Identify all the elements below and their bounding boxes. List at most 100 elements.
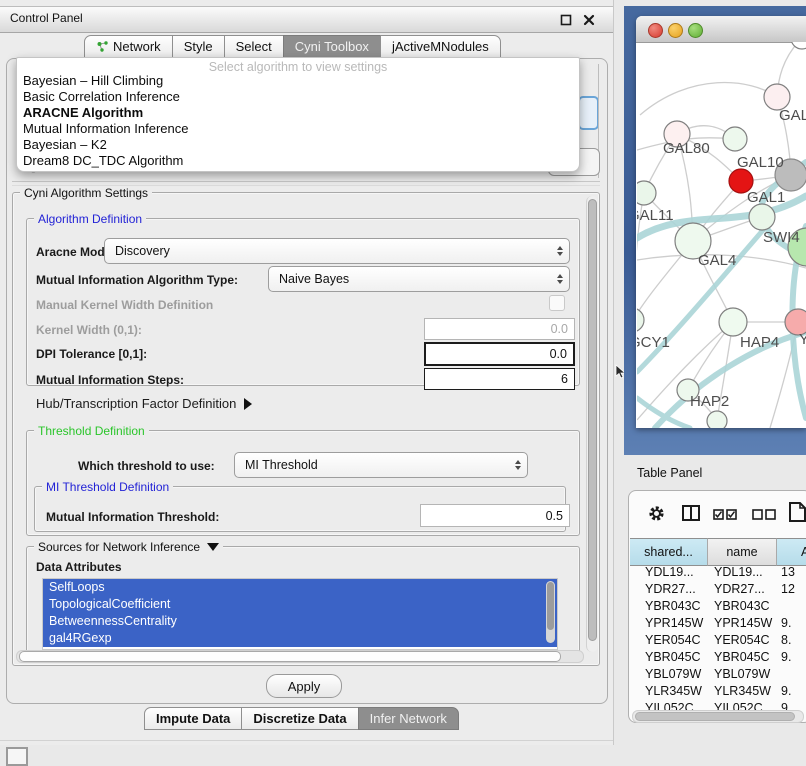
network-node-gal11[interactable] <box>637 181 656 205</box>
algorithm-dropdown-popup: Select algorithm to view settings Bayesi… <box>16 57 580 172</box>
network-window-titlebar[interactable] <box>636 16 806 43</box>
data-attributes-list: SelfLoops TopologicalCoefficient Between… <box>42 578 558 650</box>
close-light[interactable] <box>648 23 663 38</box>
tab-cyni-toolbox[interactable]: Cyni Toolbox <box>283 35 381 58</box>
expanded-arrow-icon <box>207 543 219 551</box>
algorithm-option-4[interactable]: Bayesian – K2 <box>23 137 107 153</box>
manual-kernel-checkbox[interactable] <box>549 295 565 311</box>
threshold-definition-title: Threshold Definition <box>34 424 149 438</box>
network-node-gal10[interactable] <box>723 127 747 151</box>
label-gal10: GAL10 <box>737 154 784 171</box>
column-header-partial[interactable]: A <box>777 538 806 566</box>
dpi-tolerance-field[interactable]: 0.0 <box>424 342 575 366</box>
zoom-light[interactable] <box>688 23 703 38</box>
network-node-hap4[interactable] <box>719 308 747 336</box>
table-row[interactable]: YBR043CYBR043C <box>630 599 806 616</box>
table-row[interactable]: YBL079WYBL079W <box>630 667 806 684</box>
apply-button[interactable]: Apply <box>266 674 342 698</box>
application-root: Control Panel Network Style Select Cyni … <box>0 0 806 762</box>
which-threshold-combobox[interactable]: MI Threshold <box>234 452 528 478</box>
unchecked-pair-icon[interactable] <box>752 509 776 520</box>
table-row[interactable]: YBR045CYBR045C9. <box>630 650 806 667</box>
network-labels: GAL GAL80 GAL10 GAL1 GAL11 SWI4 GAL4 GCY… <box>637 107 806 410</box>
algorithm-option-2-selected[interactable]: ARACNE Algorithm <box>23 105 143 121</box>
label-swi4: SWI4 <box>763 229 800 246</box>
settings-horizontal-scrollbar[interactable] <box>16 650 584 663</box>
algorithm-definition-title: Algorithm Definition <box>34 212 146 226</box>
table-row[interactable]: YDL19...YDL19...13 <box>630 565 806 582</box>
network-icon <box>96 40 109 53</box>
column-header-name[interactable]: name <box>708 538 777 566</box>
table-row[interactable]: YDR27...YDR27...12 <box>630 582 806 599</box>
document-icon[interactable] <box>789 502 806 522</box>
settings-vertical-scrollbar[interactable] <box>586 196 598 652</box>
control-panel-title: Control Panel <box>10 11 83 25</box>
hub-definition-label: Hub/Transcription Factor Definition <box>36 396 236 411</box>
table-row[interactable]: YPR145WYPR145W9. <box>630 616 806 633</box>
network-node-bottom-partial[interactable] <box>707 411 727 428</box>
stepper-arrows-icon <box>551 274 569 284</box>
attribute-betweennesscentrality[interactable]: BetweennessCentrality <box>43 613 557 630</box>
mi-type-combobox[interactable]: Naive Bayes <box>268 266 570 292</box>
gear-icon[interactable] <box>648 505 665 522</box>
stepper-arrows-icon <box>509 460 527 470</box>
table-row[interactable]: YER054CYER054C8. <box>630 633 806 650</box>
bottom-divider <box>0 740 613 741</box>
algorithm-option-3[interactable]: Mutual Information Inference <box>23 121 188 137</box>
hub-definition-expander[interactable]: Hub/Transcription Factor Definition <box>36 396 252 411</box>
table-row[interactable]: YLR345WYLR345W9. <box>630 684 806 701</box>
label-hap4: HAP4 <box>740 334 779 351</box>
aracne-mode-combobox[interactable]: Discovery <box>104 238 570 264</box>
minimize-light[interactable] <box>668 23 683 38</box>
attribute-gal4rgexp[interactable]: gal4RGexp <box>43 630 557 647</box>
which-threshold-value: MI Threshold <box>235 458 509 472</box>
mi-threshold-label: Mutual Information Threshold: <box>46 510 219 524</box>
algorithm-option-5[interactable]: Dream8 DC_TDC Algorithm <box>23 153 183 169</box>
table-horizontal-scrollbar[interactable] <box>632 710 804 723</box>
column-header-shared-name[interactable]: shared... <box>630 538 708 566</box>
split-columns-icon[interactable] <box>682 505 700 521</box>
network-canvas[interactable]: GAL GAL80 GAL10 GAL1 GAL11 SWI4 GAL4 GCY… <box>637 42 806 428</box>
tab-network-label: Network <box>113 36 161 57</box>
checked-pair-icon[interactable] <box>713 509 737 520</box>
mi-type-value: Naive Bayes <box>269 272 551 286</box>
attributes-scrollbar[interactable] <box>546 581 555 643</box>
tab-network[interactable]: Network <box>84 35 173 58</box>
tab-select[interactable]: Select <box>224 35 284 58</box>
sources-title: Sources for Network Inference <box>38 540 200 554</box>
mi-steps-field[interactable]: 6 <box>424 368 575 390</box>
label-gal1: GAL1 <box>747 189 785 206</box>
tab-jactivemnodules[interactable]: jActiveMNodules <box>380 35 501 58</box>
collapsed-arrow-icon <box>244 398 252 410</box>
algorithm-option-0[interactable]: Bayesian – Hill Climbing <box>23 73 163 89</box>
popup-hint: Select algorithm to view settings <box>17 60 579 74</box>
network-node-gcy1[interactable] <box>637 308 644 332</box>
tab-style[interactable]: Style <box>172 35 225 58</box>
algorithm-option-1[interactable]: Basic Correlation Inference <box>23 89 180 105</box>
label-gcy1: GCY1 <box>637 334 670 351</box>
data-attributes-label: Data Attributes <box>36 560 122 574</box>
float-icon[interactable] <box>560 14 572 26</box>
panel-divider <box>12 181 600 182</box>
control-panel-titlebar <box>0 6 613 33</box>
kernel-width-field[interactable]: 0.0 <box>424 318 575 340</box>
minimized-panel-icon[interactable] <box>6 747 28 766</box>
table-body: YDL19...YDL19...13 YDR27...YDR27...12 YB… <box>630 565 806 711</box>
attribute-topologicalcoefficient[interactable]: TopologicalCoefficient <box>43 596 557 613</box>
mi-threshold-field[interactable]: 0.5 <box>420 504 570 527</box>
tab-infer-network[interactable]: Infer Network <box>358 707 459 730</box>
mi-type-label: Mutual Information Algorithm Type: <box>36 273 238 287</box>
label-gal4: GAL4 <box>698 252 736 269</box>
label-hap2: HAP2 <box>690 393 729 410</box>
close-icon[interactable] <box>583 14 595 26</box>
label-gal11: GAL11 <box>637 207 674 224</box>
tab-discretize-data[interactable]: Discretize Data <box>241 707 358 730</box>
attribute-selfloops[interactable]: SelfLoops <box>43 579 557 596</box>
which-threshold-label: Which threshold to use: <box>78 459 215 473</box>
tab-impute-data[interactable]: Impute Data <box>144 707 242 730</box>
cyni-settings-title: Cyni Algorithm Settings <box>20 186 152 200</box>
occluded-combobox-fragment <box>578 96 599 130</box>
sources-expander[interactable]: Sources for Network Inference <box>34 540 223 554</box>
network-node-swi4[interactable] <box>749 204 775 230</box>
bottom-tabbar: Impute Data Discretize Data Infer Networ… <box>144 707 458 730</box>
